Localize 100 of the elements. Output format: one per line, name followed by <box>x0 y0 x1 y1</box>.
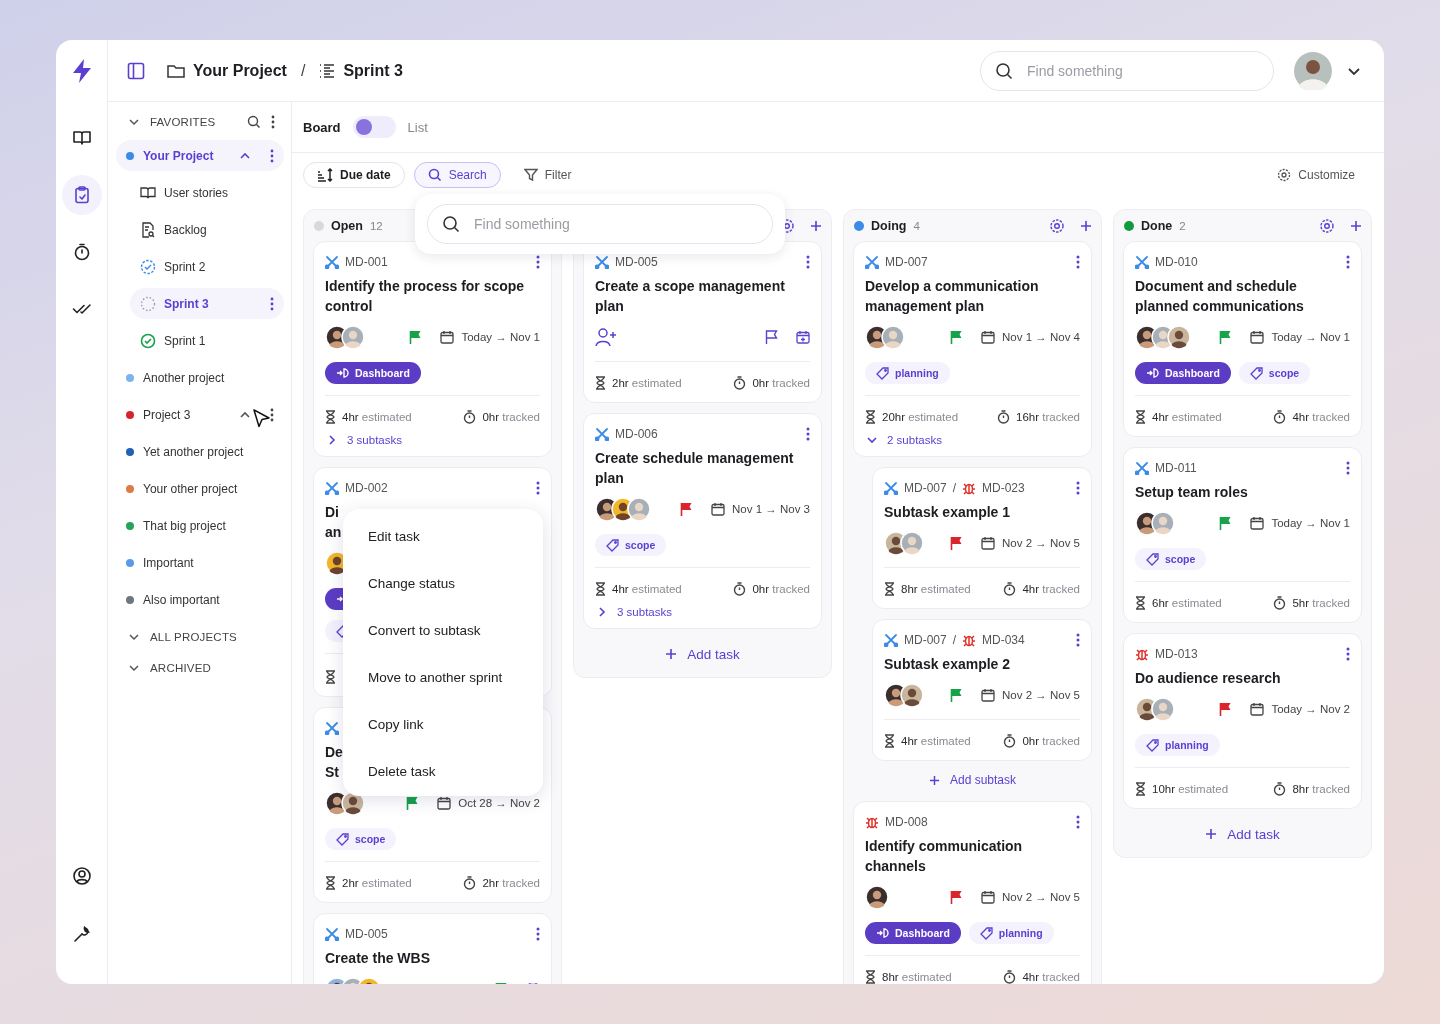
menu-item[interactable]: Delete task <box>343 748 543 795</box>
menu-item[interactable]: Move to another sprint <box>343 654 543 701</box>
more-icon[interactable] <box>270 407 274 422</box>
sprint-item[interactable]: Backlog <box>130 214 284 245</box>
flag-icon[interactable] <box>409 330 423 344</box>
label-tag[interactable]: scope <box>325 828 397 850</box>
project-item[interactable]: That big project <box>116 510 284 541</box>
project-item[interactable]: Project 3 <box>116 399 284 430</box>
label-tag[interactable]: scope <box>595 534 667 556</box>
menu-item[interactable]: Convert to subtask <box>343 607 543 654</box>
view-option[interactable]: Board <box>303 119 341 135</box>
project-item[interactable]: Your other project <box>116 473 284 504</box>
clipboard-check-icon[interactable] <box>61 175 102 215</box>
user-avatar[interactable] <box>1294 51 1332 90</box>
settings-icon[interactable] <box>1319 217 1335 234</box>
more-icon[interactable] <box>1076 633 1080 647</box>
sidebar-toggle-icon[interactable] <box>127 61 145 80</box>
project-item[interactable]: Another project <box>116 362 284 393</box>
project-item[interactable]: Your Project <box>116 140 284 171</box>
more-icon[interactable] <box>536 255 540 269</box>
menu-item[interactable]: Edit task <box>343 513 543 560</box>
search-icon[interactable] <box>247 115 261 129</box>
task-card[interactable]: MD-005 Create a scope management plan 2hr estimated 0hr tracked <box>583 241 822 403</box>
menu-item[interactable]: Change status <box>343 560 543 607</box>
add-icon[interactable] <box>1350 219 1362 232</box>
more-icon[interactable] <box>1346 461 1350 475</box>
task-card[interactable]: MD-010 Document and schedule planned communications Today → Nov 1 Dashboard scope 4hr estimated 4hr tracked <box>1123 241 1362 437</box>
customize-button[interactable]: Customize <box>1263 162 1369 188</box>
label-tag[interactable]: planning <box>968 922 1054 944</box>
flag-icon[interactable] <box>950 688 963 702</box>
more-icon[interactable] <box>1346 647 1350 661</box>
task-card[interactable]: MD-013 Do audience research Today → Nov 2 planning 10hr estimated 8hr tracked <box>1123 633 1362 809</box>
subtasks-toggle[interactable]: 3 subtasks <box>325 434 540 446</box>
search-field[interactable]: Find something <box>980 50 1274 91</box>
flag-icon[interactable] <box>950 536 963 550</box>
label-tag[interactable]: planning <box>1135 734 1220 756</box>
view-option[interactable]: List <box>407 119 428 135</box>
label-tag[interactable]: scope <box>1135 548 1207 570</box>
more-icon[interactable] <box>271 115 275 129</box>
project-item[interactable]: Yet another project <box>116 436 284 467</box>
more-icon[interactable] <box>270 296 274 311</box>
component-tag[interactable]: Dashboard <box>865 922 961 944</box>
section-header[interactable]: ARCHIVED <box>150 661 212 674</box>
subtasks-toggle[interactable]: 2 subtasks <box>865 434 1080 446</box>
search-button[interactable]: Search <box>413 162 501 188</box>
more-icon[interactable] <box>536 927 540 941</box>
breadcrumb-link[interactable]: Sprint 3 <box>343 61 403 80</box>
sprint-item[interactable]: Sprint 3 <box>130 288 284 319</box>
more-icon[interactable] <box>806 427 810 441</box>
flag-icon[interactable] <box>680 502 693 516</box>
add-icon[interactable] <box>810 219 822 232</box>
tag-icon <box>1146 552 1159 566</box>
sprint-item[interactable]: Sprint 2 <box>130 251 284 282</box>
more-icon[interactable] <box>1076 815 1080 829</box>
parent-task-id[interactable]: MD-007 <box>904 633 947 647</box>
chevron-down-icon[interactable] <box>128 116 140 128</box>
filter-button[interactable]: Filter <box>509 162 586 188</box>
task-card[interactable]: MD-011 Setup team roles Today → Nov 1 scope 6hr estimated 5hr tracked <box>1123 447 1362 623</box>
view-toggle[interactable] <box>352 116 396 138</box>
project-item[interactable]: Important <box>116 547 284 578</box>
section-header[interactable]: FAVORITES <box>150 116 216 128</box>
project-item[interactable]: Also important <box>116 584 284 615</box>
task-card[interactable]: MD-006 Create schedule management plan Nov 1 → Nov 3 scope 4hr estimated 0hr tracked 3 subtasks <box>583 413 822 629</box>
breadcrumb-link[interactable]: Your Project <box>193 61 287 80</box>
more-icon[interactable] <box>806 255 810 269</box>
task-card[interactable]: MD-007 / MD-023 Subtask example 1 Nov 2 → Nov 5 8hr estimated 4hr tracked <box>872 467 1092 609</box>
sprint-item[interactable]: User stories <box>130 177 284 208</box>
calendar-plus-icon[interactable] <box>796 330 810 344</box>
label-tag[interactable]: scope <box>1238 362 1311 384</box>
add-icon[interactable] <box>1080 219 1092 232</box>
flag-icon[interactable] <box>950 890 963 904</box>
subtasks-toggle[interactable]: 3 subtasks <box>595 606 810 618</box>
more-icon[interactable] <box>1076 481 1080 495</box>
flag-icon[interactable] <box>765 330 778 344</box>
flag-icon[interactable] <box>1219 702 1233 716</box>
sprint-item[interactable]: Sprint 1 <box>130 325 284 356</box>
more-icon[interactable] <box>536 481 540 495</box>
component-tag[interactable]: Dashboard <box>325 362 421 384</box>
flag-icon[interactable] <box>1219 330 1233 344</box>
component-tag[interactable]: Dashboard <box>1135 362 1231 384</box>
add-person-icon[interactable] <box>595 327 617 347</box>
section-header[interactable]: ALL PROJECTS <box>150 630 237 643</box>
task-card[interactable]: MD-005 Create the WBS <box>313 913 552 984</box>
search-field[interactable]: Find something <box>427 204 773 244</box>
task-card[interactable]: MD-001 Identify the process for scope control Today → Nov 1 Dashboard 4hr estimated 0hr tracked 3 subtasks <box>313 241 552 457</box>
flag-icon[interactable] <box>950 330 963 344</box>
settings-icon[interactable] <box>1049 217 1065 234</box>
task-card[interactable]: MD-007 / MD-034 Subtask example 2 Nov 2 → Nov 5 4hr estimated 0hr tracked <box>872 619 1092 761</box>
add-task-link[interactable]: Add task <box>583 639 822 669</box>
label-tag[interactable]: planning <box>865 362 950 384</box>
add-task-link[interactable]: Add task <box>1123 819 1362 849</box>
task-card[interactable]: MD-008 Identify communication channels Nov 2 → Nov 5 Dashboard planning 8hr estimated 4hr tracked <box>853 801 1092 984</box>
more-icon[interactable] <box>1346 255 1350 269</box>
parent-task-id[interactable]: MD-007 <box>904 481 947 495</box>
sort-button[interactable]: Due date <box>303 162 405 188</box>
add-subtask-link[interactable]: Add subtask <box>853 769 1092 791</box>
more-icon[interactable] <box>270 148 274 163</box>
more-icon[interactable] <box>1076 255 1080 269</box>
flag-icon[interactable] <box>1219 516 1233 530</box>
task-card[interactable]: MD-007 Develop a communication management plan Nov 1 → Nov 4 planning 20hr estimated 16hr tracked 2 subtasks <box>853 241 1092 457</box>
